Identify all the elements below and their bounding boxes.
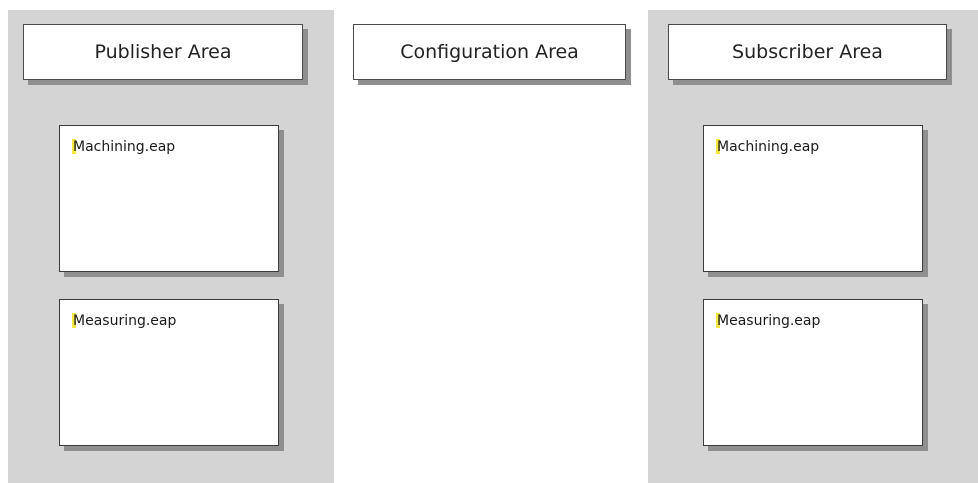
package-label: Machining.eap — [717, 139, 820, 155]
package-label: Machining.eap — [73, 139, 176, 155]
subscriber-package-measuring[interactable]: Measuring.eap — [703, 299, 923, 446]
publisher-package-machining[interactable]: Machining.eap — [59, 125, 279, 272]
configuration-area-header[interactable]: Configuration Area — [353, 24, 626, 80]
subscriber-package-machining[interactable]: Machining.eap — [703, 125, 923, 272]
subscriber-area-header[interactable]: Subscriber Area — [668, 24, 947, 80]
package-label: Measuring.eap — [717, 313, 821, 329]
publisher-package-measuring[interactable]: Measuring.eap — [59, 299, 279, 446]
package-label: Measuring.eap — [73, 313, 177, 329]
publisher-area-header[interactable]: Publisher Area — [23, 24, 303, 80]
diagram-canvas: Publisher Area Configuration Area Subscr… — [0, 0, 978, 483]
